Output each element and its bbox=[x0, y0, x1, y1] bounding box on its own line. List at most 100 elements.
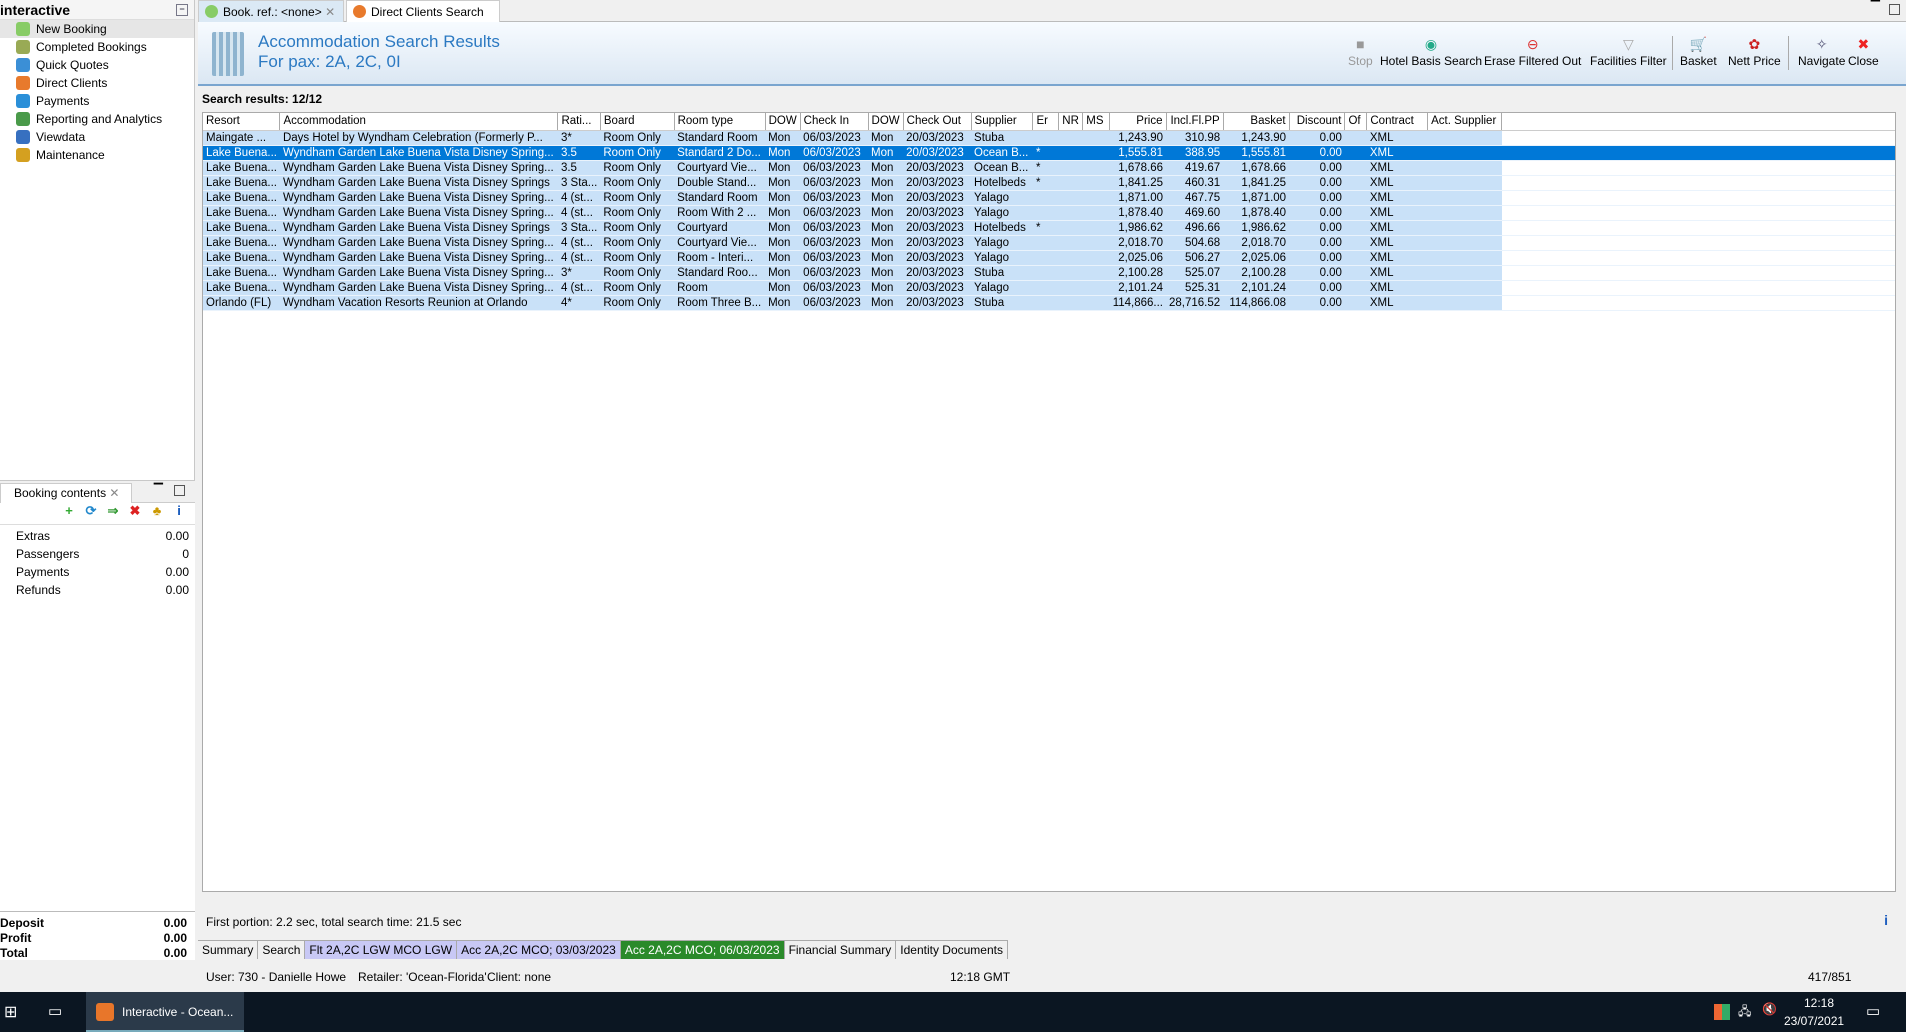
column-header[interactable]: Act. Supplier bbox=[1427, 113, 1503, 131]
column-header[interactable]: Room type bbox=[674, 113, 766, 131]
table-row[interactable]: Lake Buena... Wyndham Garden Lake Buena V… bbox=[203, 190, 1895, 206]
tab-booking-ref[interactable]: Book. ref.: <none> ✕ bbox=[198, 0, 344, 22]
table-row[interactable]: Lake Buena... Wyndham Garden Lake Buena V… bbox=[203, 205, 1895, 221]
total-value: 0.00 bbox=[163, 916, 187, 930]
bottom-tab[interactable]: Acc 2A,2C MCO; 03/03/2023 bbox=[457, 941, 621, 959]
table-row[interactable]: Lake Buena... Wyndham Garden Lake Buena V… bbox=[203, 265, 1895, 281]
antivirus-icon[interactable] bbox=[1714, 1004, 1730, 1020]
cell-ms bbox=[1082, 295, 1110, 311]
hotel-basis-search-button[interactable]: ◉ Hotel Basis Search bbox=[1380, 36, 1482, 68]
column-header[interactable]: Rati... bbox=[557, 113, 601, 131]
table-row[interactable]: Lake Buena... Wyndham Garden Lake Buena V… bbox=[203, 160, 1895, 176]
table-row[interactable]: Orlando (FL) Wyndham Vacation Resorts Reu… bbox=[203, 295, 1895, 311]
table-row[interactable]: Lake Buena... Wyndham Garden Lake Buena V… bbox=[203, 235, 1895, 251]
nav-item-direct-clients[interactable]: Direct Clients bbox=[0, 74, 194, 92]
bottom-tab[interactable]: Summary bbox=[198, 941, 259, 959]
column-header[interactable]: Contract bbox=[1366, 113, 1429, 131]
cell-accommodation: Days Hotel by Wyndham Celebration (Forme… bbox=[279, 130, 558, 146]
minimize-icon[interactable]: − bbox=[176, 4, 188, 16]
table-row[interactable]: Maingate ... Days Hotel by Wyndham Celebr… bbox=[203, 130, 1895, 146]
column-header[interactable]: Check In bbox=[800, 113, 869, 131]
minimize-icon[interactable]: ▔ bbox=[154, 483, 163, 497]
cell-basket: 2,018.70 bbox=[1223, 235, 1290, 251]
network-icon[interactable]: 🖧 bbox=[1738, 1002, 1751, 1023]
bottom-tab[interactable]: Acc 2A,2C MCO; 06/03/2023 bbox=[620, 941, 785, 959]
results-header: Accommodation Search Results For pax: 2A,… bbox=[198, 22, 1906, 86]
nav-item-payments[interactable]: Payments bbox=[0, 92, 194, 110]
nav-item-viewdata[interactable]: Viewdata bbox=[0, 128, 194, 146]
row-filler bbox=[1501, 250, 1895, 266]
cell-board: Room Only bbox=[600, 145, 675, 161]
volume-muted-icon[interactable]: 🔇 bbox=[1762, 1002, 1777, 1016]
cell-dow: Mon bbox=[765, 160, 801, 176]
bottom-tab[interactable]: Identity Documents bbox=[896, 941, 1008, 959]
notifications-icon[interactable]: ▭ bbox=[1866, 1002, 1880, 1020]
table-row[interactable]: Lake Buena... Wyndham Garden Lake Buena V… bbox=[203, 280, 1895, 296]
table-row[interactable]: Lake Buena... Wyndham Garden Lake Buena V… bbox=[203, 175, 1895, 191]
bottom-tab[interactable]: Search bbox=[258, 941, 306, 959]
table-row[interactable]: Lake Buena... Wyndham Garden Lake Buena V… bbox=[203, 145, 1895, 161]
table-row[interactable]: Lake Buena... Wyndham Garden Lake Buena V… bbox=[203, 220, 1895, 236]
palm-icon[interactable]: ♣ bbox=[149, 503, 165, 518]
column-header[interactable]: Price bbox=[1109, 113, 1167, 131]
maximize-icon[interactable] bbox=[1889, 4, 1900, 15]
close-icon[interactable]: ✕ bbox=[325, 5, 335, 19]
column-header[interactable]: Incl.Fl.PP bbox=[1166, 113, 1224, 131]
column-header[interactable]: MS bbox=[1082, 113, 1111, 131]
basket-icon[interactable]: ⇒ bbox=[105, 503, 121, 519]
info-icon[interactable]: i bbox=[171, 503, 187, 518]
close-icon[interactable]: ✕ bbox=[109, 486, 119, 500]
basket-button[interactable]: 🛒 Basket bbox=[1680, 36, 1717, 68]
column-header[interactable]: Accommodation bbox=[279, 113, 559, 131]
cell-contract: XML bbox=[1366, 220, 1428, 236]
stop-button[interactable]: ■ Stop bbox=[1348, 36, 1373, 68]
bottom-tab[interactable]: Financial Summary bbox=[784, 941, 897, 959]
facilities-filter-button[interactable]: ▽ Facilities Filter bbox=[1590, 36, 1667, 68]
bottom-tab[interactable]: Flt 2A,2C LGW MCO LGW bbox=[305, 941, 458, 959]
column-header[interactable]: NR bbox=[1058, 113, 1084, 131]
row-filler bbox=[1501, 205, 1895, 221]
column-header[interactable]: Basket bbox=[1223, 113, 1290, 131]
column-header[interactable]: Discount bbox=[1289, 113, 1346, 131]
erase-filtered-out-button[interactable]: ⊖ Erase Filtered Out bbox=[1484, 36, 1581, 68]
windows-start-icon[interactable]: ⊞ bbox=[4, 1002, 17, 1022]
cell-of bbox=[1344, 235, 1367, 251]
delete-icon[interactable]: ✖ bbox=[127, 503, 143, 519]
nav-item-maintenance[interactable]: Maintenance bbox=[0, 146, 194, 164]
nav-item-new-booking[interactable]: New Booking bbox=[0, 20, 194, 38]
cell-accommodation: Wyndham Vacation Resorts Reunion at Orla… bbox=[279, 295, 558, 311]
taskbar-app-interactive[interactable]: Interactive - Ocean... bbox=[86, 992, 244, 1032]
booking-contents-tab[interactable]: Booking contents ✕ bbox=[0, 483, 132, 503]
refresh-icon[interactable]: ⟳ bbox=[83, 503, 99, 519]
navigate-button[interactable]: ✧ Navigate bbox=[1798, 36, 1845, 68]
tab-direct-clients-search[interactable]: Direct Clients Search bbox=[346, 0, 500, 22]
cell-basket: 2,101.24 bbox=[1223, 280, 1290, 296]
nav-item-reporting-and-analytics[interactable]: Reporting and Analytics bbox=[0, 110, 194, 128]
column-header[interactable]: DOW bbox=[765, 113, 801, 131]
minimize-icon[interactable]: ▔ bbox=[1871, 0, 1880, 14]
close-button[interactable]: ✖ Close bbox=[1848, 36, 1879, 68]
add-icon[interactable]: + bbox=[61, 503, 77, 518]
column-header[interactable]: Er bbox=[1032, 113, 1060, 131]
clock-date[interactable]: 23/07/2021 bbox=[1784, 1014, 1844, 1028]
column-header[interactable]: Board bbox=[600, 113, 675, 131]
column-header[interactable]: DOW bbox=[868, 113, 904, 131]
cell-board: Room Only bbox=[600, 160, 675, 176]
column-header[interactable]: Check Out bbox=[903, 113, 972, 131]
cell-incl-fl-pp: 504.68 bbox=[1166, 235, 1224, 251]
task-view-icon[interactable]: ▭ bbox=[48, 1002, 62, 1020]
info-icon[interactable]: i bbox=[1884, 912, 1888, 928]
column-header[interactable]: Resort bbox=[203, 113, 281, 131]
nett-price-button[interactable]: ✿ Nett Price bbox=[1728, 36, 1781, 68]
column-header[interactable]: Of bbox=[1344, 113, 1368, 131]
button-label: Stop bbox=[1348, 54, 1373, 68]
nav-item-completed-bookings[interactable]: Completed Bookings bbox=[0, 38, 194, 56]
table-row[interactable]: Lake Buena... Wyndham Garden Lake Buena V… bbox=[203, 250, 1895, 266]
clock-time[interactable]: 12:18 bbox=[1804, 996, 1834, 1010]
cell-act-supplier bbox=[1427, 145, 1502, 161]
cell-rati: 4* bbox=[557, 295, 601, 311]
maximize-icon[interactable] bbox=[174, 485, 185, 496]
nav-item-quick-quotes[interactable]: Quick Quotes bbox=[0, 56, 194, 74]
column-header[interactable]: Supplier bbox=[971, 113, 1034, 131]
cell-incl-fl-pp: 419.67 bbox=[1166, 160, 1224, 176]
